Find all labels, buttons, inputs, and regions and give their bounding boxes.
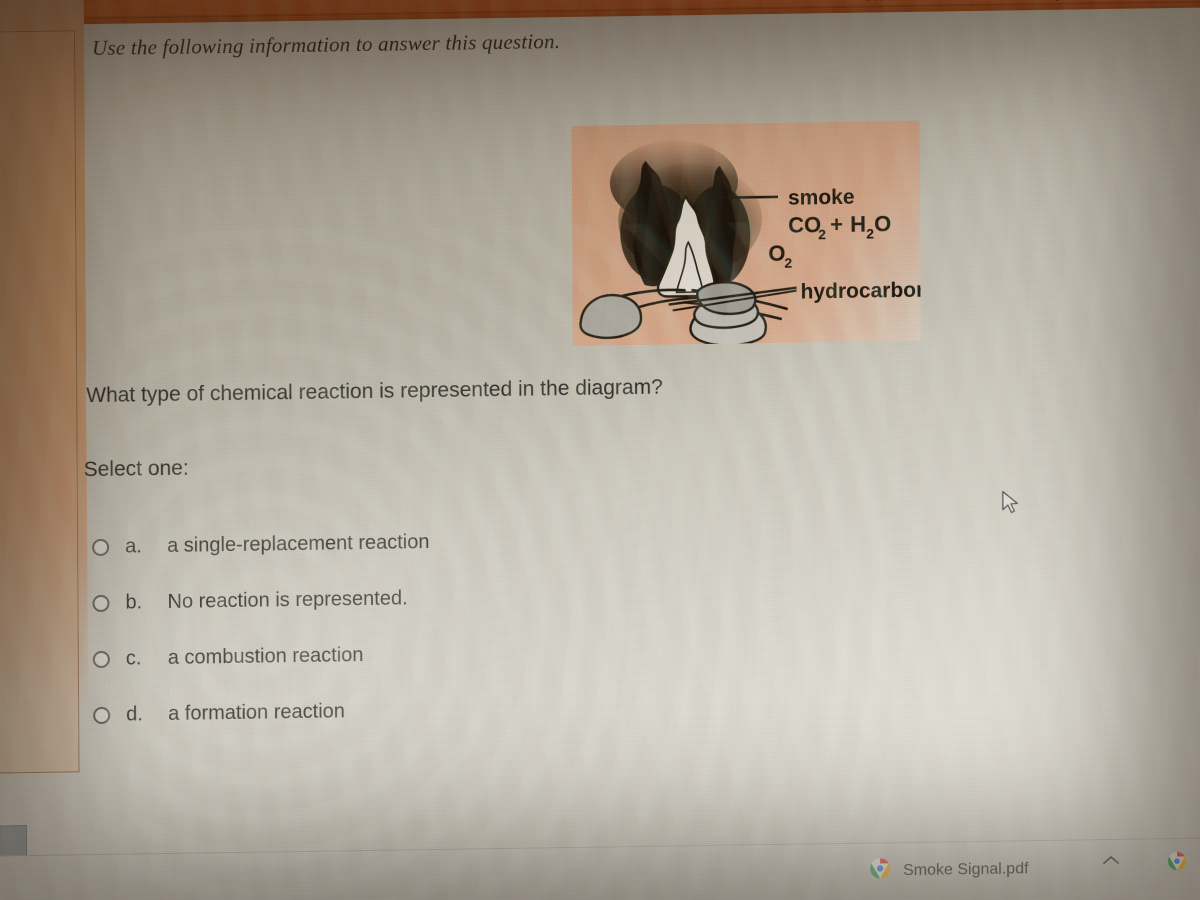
answer-option-d[interactable]: d. a formation reaction: [90, 678, 730, 743]
svg-text:CO: CO: [788, 212, 821, 237]
screenshot-root: Student Wellness Faculty Mo n e Use the …: [0, 0, 1200, 900]
campfire-illustration: smoke CO 2 + H 2 O O 2 hydrocarbons: [579, 140, 921, 346]
diagram-label-hydrocarbons: hydrocarbons: [801, 278, 921, 303]
radio-button-a[interactable]: [92, 538, 110, 556]
download-item[interactable]: Smoke Signal.pdf: [869, 855, 1029, 884]
left-sidebar-strip: n e: [0, 0, 90, 900]
svg-text:H: H: [850, 212, 866, 237]
answer-options-list: a. a single-replacement reaction b. No r…: [89, 510, 730, 743]
answer-option-a[interactable]: a. a single-replacement reaction: [89, 510, 729, 575]
radio-button-b[interactable]: [92, 594, 110, 612]
arrow-cursor: [1001, 490, 1021, 514]
photographed-screen: Student Wellness Faculty Mo n e Use the …: [0, 0, 1200, 900]
sidebar-panel-box[interactable]: [0, 30, 80, 774]
chrome-icon: [869, 857, 891, 884]
svg-text:+: +: [830, 212, 843, 237]
radio-button-c[interactable]: [92, 650, 110, 668]
diagram-label-smoke: smoke: [788, 186, 855, 210]
option-letter-c: c.: [125, 646, 142, 670]
campfire-diagram: smoke CO 2 + H 2 O O 2 hydrocarbons: [571, 120, 921, 346]
svg-text:O: O: [874, 211, 891, 236]
option-label-d: a formation reaction: [168, 699, 345, 725]
nav-item-faculty[interactable]: Faculty Mo: [1014, 0, 1087, 2]
question-prompt: What type of chemical reaction is repres…: [86, 375, 663, 408]
nav-item-student-wellness[interactable]: Student Wellness: [864, 0, 981, 4]
leader-line-smoke: [719, 195, 779, 199]
option-label-a: a single-replacement reaction: [167, 530, 430, 557]
option-letter-b: b.: [125, 590, 143, 614]
chevron-up-icon[interactable]: [1101, 850, 1121, 873]
diagram-label-oxygen: O 2: [768, 241, 792, 271]
option-letter-d: d.: [126, 702, 143, 726]
svg-text:O: O: [768, 241, 785, 266]
answer-option-b[interactable]: b. No reaction is represented.: [89, 566, 729, 631]
svg-text:2: 2: [866, 225, 874, 241]
answer-option-c[interactable]: c. a combustion reaction: [90, 622, 730, 687]
option-label-c: a combustion reaction: [167, 643, 364, 669]
select-one-label: Select one:: [83, 456, 189, 482]
svg-text:2: 2: [818, 226, 826, 242]
download-file-name: Smoke Signal.pdf: [903, 859, 1029, 879]
diagram-label-products: CO 2 + H 2 O: [788, 211, 891, 242]
option-letter-a: a.: [125, 534, 142, 558]
option-label-b: No reaction is represented.: [167, 586, 408, 613]
quiz-content: Use the following information to answer …: [84, 7, 1200, 854]
svg-text:2: 2: [784, 255, 792, 271]
question-intro-text: Use the following information to answer …: [92, 29, 561, 61]
radio-button-d[interactable]: [93, 706, 111, 724]
chrome-icon-right[interactable]: [1167, 851, 1187, 876]
